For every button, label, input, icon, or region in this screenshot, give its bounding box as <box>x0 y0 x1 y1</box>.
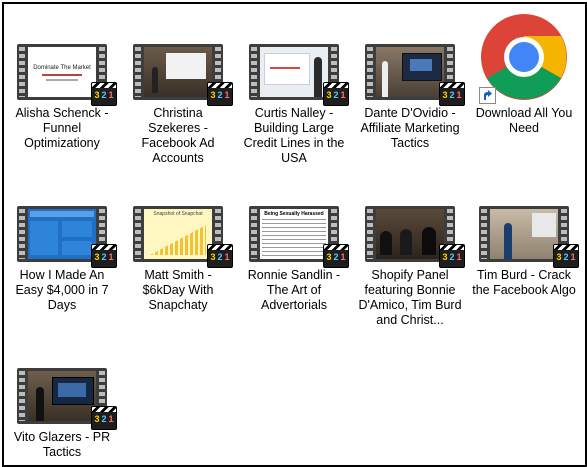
video-file-ronnie-sandlin[interactable]: Being Sexually Harassed At 321 Ronnie Sa… <box>242 206 349 313</box>
file-label: Dante D'Ovidio - Affiliate Marketing Tac… <box>360 106 460 150</box>
media-player-badge-icon: 321 <box>91 82 117 106</box>
media-player-badge-icon: 321 <box>439 244 465 268</box>
video-file-tim-burd[interactable]: 321 Tim Burd - Crack the Facebook Algo <box>472 206 579 298</box>
video-thumbnail: 321 <box>17 206 117 268</box>
file-label: Curtis Nalley - Building Large Credit Li… <box>243 106 345 165</box>
media-player-badge-icon: 321 <box>323 244 349 268</box>
video-file-christina-szekeres[interactable]: 321 Christina Szekeres - Facebook Ad Acc… <box>126 44 233 166</box>
video-file-matt-smith[interactable]: Snapshot of Snapchat 321 Matt Smith - $6… <box>126 206 233 313</box>
media-player-badge-icon: 321 <box>323 82 349 106</box>
media-player-badge-icon: 321 <box>439 82 465 106</box>
video-thumbnail: 321 <box>365 44 465 106</box>
shortcut-arrow-icon <box>479 87 496 104</box>
file-label: Ronnie Sandlin - The Art of Advertorials <box>247 268 341 312</box>
video-thumbnail: 321 <box>365 206 465 268</box>
file-label: How I Made An Easy $4,000 in 7 Days <box>15 268 109 312</box>
video-file-vito-glazers[interactable]: 321 Vito Glazers - PR Tactics <box>10 368 117 460</box>
video-thumbnail: 321 <box>479 206 579 268</box>
video-thumbnail: Snapshot of Snapchat 321 <box>133 206 233 268</box>
video-file-alisha-schenck[interactable]: Dominate The Market 321 Alisha Schenck -… <box>10 44 117 151</box>
video-file-easy-4000[interactable]: 321 How I Made An Easy $4,000 in 7 Days <box>10 206 117 313</box>
video-thumbnail: 321 <box>133 44 233 106</box>
video-file-shopify-panel[interactable]: 321 Shopify Panel featuring Bonnie D'Ami… <box>358 206 465 328</box>
file-label: Alisha Schenck - Funnel Optimizationy <box>15 106 109 150</box>
shortcut-download-all[interactable]: Download All You Need <box>472 12 576 136</box>
video-thumbnail: Dominate The Market 321 <box>17 44 117 106</box>
file-label: Shopify Panel featuring Bonnie D'Amico, … <box>358 268 462 327</box>
video-thumbnail: 321 <box>17 368 117 430</box>
file-label: Christina Szekeres - Facebook Ad Account… <box>141 106 215 165</box>
slide-text: Dominate The Market <box>33 65 91 71</box>
explorer-window-frame: Dominate The Market 321 Alisha Schenck -… <box>2 2 587 467</box>
media-player-badge-icon: 321 <box>553 244 579 268</box>
media-player-badge-icon: 321 <box>91 244 117 268</box>
file-label: Vito Glazers - PR Tactics <box>13 430 111 459</box>
video-file-curtis-nalley[interactable]: 321 Curtis Nalley - Building Large Credi… <box>242 44 349 166</box>
file-label: Tim Burd - Crack the Facebook Algo <box>472 268 576 297</box>
chrome-icon <box>479 12 569 104</box>
video-thumbnail: Being Sexually Harassed At 321 <box>249 206 349 268</box>
file-label: Matt Smith - $6kDay With Snapchaty <box>142 268 214 312</box>
slide-text: Snapshot of Snapchat <box>153 211 203 217</box>
media-player-badge-icon: 321 <box>91 406 117 430</box>
slide-text: Being Sexually Harassed At <box>264 211 324 217</box>
media-player-badge-icon: 321 <box>207 82 233 106</box>
video-file-dante-dovidio[interactable]: 321 Dante D'Ovidio - Affiliate Marketing… <box>358 44 465 151</box>
video-thumbnail: 321 <box>249 44 349 106</box>
media-player-badge-icon: 321 <box>207 244 233 268</box>
file-label: Download All You Need <box>475 106 573 135</box>
